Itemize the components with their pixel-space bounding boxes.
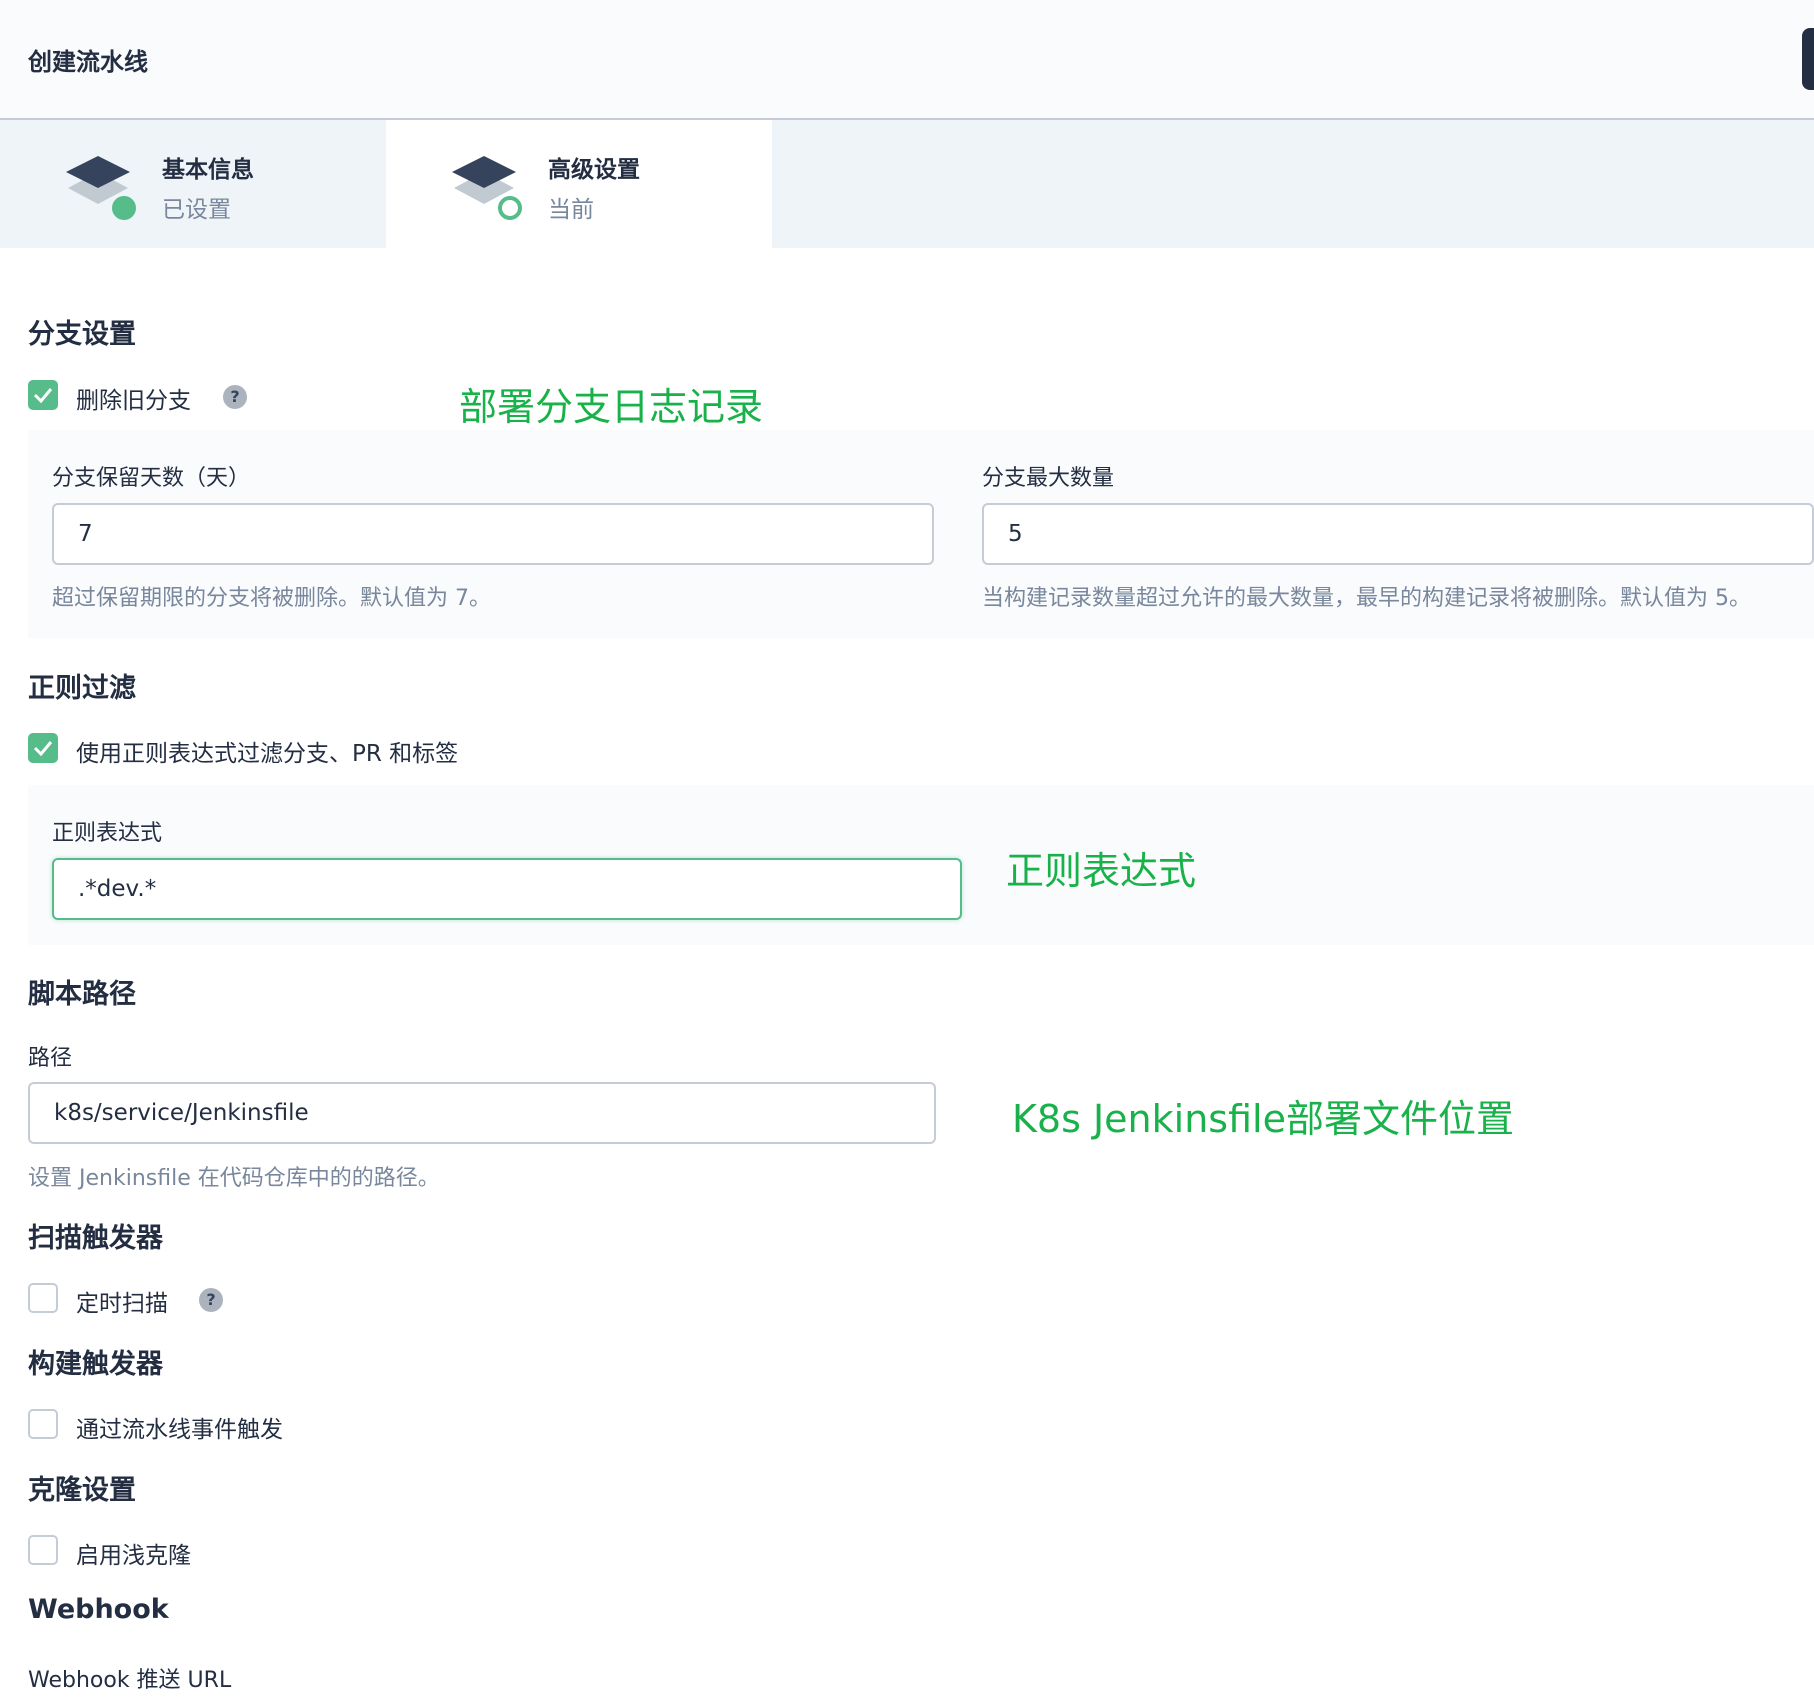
max-branches-label: 分支最大数量: [982, 466, 1115, 491]
delete-old-branch-checkbox[interactable]: [28, 380, 58, 410]
step-title: 高级设置: [548, 157, 640, 183]
page-header: 创建流水线: [0, 0, 1814, 120]
step-status: 当前: [548, 197, 594, 223]
regex-label: 正则表达式: [52, 821, 163, 846]
annotation-jenkinsfile: K8s Jenkinsfile部署文件位置: [1012, 1097, 1514, 1141]
regex-filter-checkbox[interactable]: [28, 733, 58, 763]
checkbox-label: 启用浅克隆: [76, 1543, 191, 1569]
section-title-build: 构建触发器: [28, 1349, 163, 1380]
layers-icon: [66, 156, 136, 220]
layers-icon: [452, 156, 522, 220]
step-title: 基本信息: [162, 157, 254, 183]
help-icon[interactable]: ?: [223, 385, 247, 409]
pipeline-event-trigger-checkbox[interactable]: [28, 1409, 58, 1439]
script-path-input[interactable]: k8s/service/Jenkinsfile: [28, 1082, 936, 1144]
step-status: 已设置: [162, 197, 231, 223]
shallow-clone-checkbox[interactable]: [28, 1535, 58, 1565]
regex-input[interactable]: .*dev.*: [52, 858, 962, 920]
checkbox-label: 定时扫描: [76, 1291, 168, 1317]
section-title-clone: 克隆设置: [28, 1475, 136, 1506]
section-title-scan: 扫描触发器: [28, 1223, 163, 1254]
branch-retention-panel: 分支保留天数（天） 7 超过保留期限的分支将被删除。默认值为 7。 分支最大数量…: [28, 430, 1814, 638]
header-action-button[interactable]: [1802, 28, 1814, 90]
section-title-branch: 分支设置: [28, 319, 136, 350]
checkbox-label: 使用正则表达式过滤分支、PR 和标签: [76, 741, 459, 767]
section-title-script: 脚本路径: [28, 979, 136, 1010]
annotation-branch-log: 部署分支日志记录: [459, 385, 764, 429]
days-label: 分支保留天数（天）: [52, 466, 251, 491]
section-title-regex: 正则过滤: [28, 673, 136, 704]
regex-panel: 正则表达式 .*dev.*: [28, 785, 1814, 945]
max-branches-hint: 当构建记录数量超过允许的最大数量，最早的构建记录将被删除。默认值为 5。: [982, 586, 1751, 611]
annotation-regex: 正则表达式: [1006, 849, 1197, 893]
page-title: 创建流水线: [28, 48, 148, 76]
days-hint: 超过保留期限的分支将被删除。默认值为 7。: [52, 586, 491, 611]
check-icon: [33, 741, 53, 757]
step-advanced-settings[interactable]: 高级设置 当前: [386, 120, 772, 248]
checkbox-label: 删除旧分支: [76, 388, 191, 414]
webhook-url-label: Webhook 推送 URL: [28, 1668, 232, 1693]
scheduled-scan-checkbox[interactable]: [28, 1283, 58, 1313]
checkbox-label: 通过流水线事件触发: [76, 1417, 283, 1443]
check-icon: [33, 388, 53, 404]
help-icon[interactable]: ?: [199, 1288, 223, 1312]
step-bar: 基本信息 已设置 高级设置 当前: [0, 120, 1814, 248]
path-label: 路径: [28, 1046, 73, 1071]
days-to-keep-input[interactable]: 7: [52, 503, 934, 565]
step-basic-info[interactable]: 基本信息 已设置: [0, 120, 386, 248]
script-path-hint: 设置 Jenkinsfile 在代码仓库中的的路径。: [28, 1166, 440, 1191]
max-branches-input[interactable]: 5: [982, 503, 1814, 565]
section-title-webhook: Webhook: [28, 1594, 169, 1625]
